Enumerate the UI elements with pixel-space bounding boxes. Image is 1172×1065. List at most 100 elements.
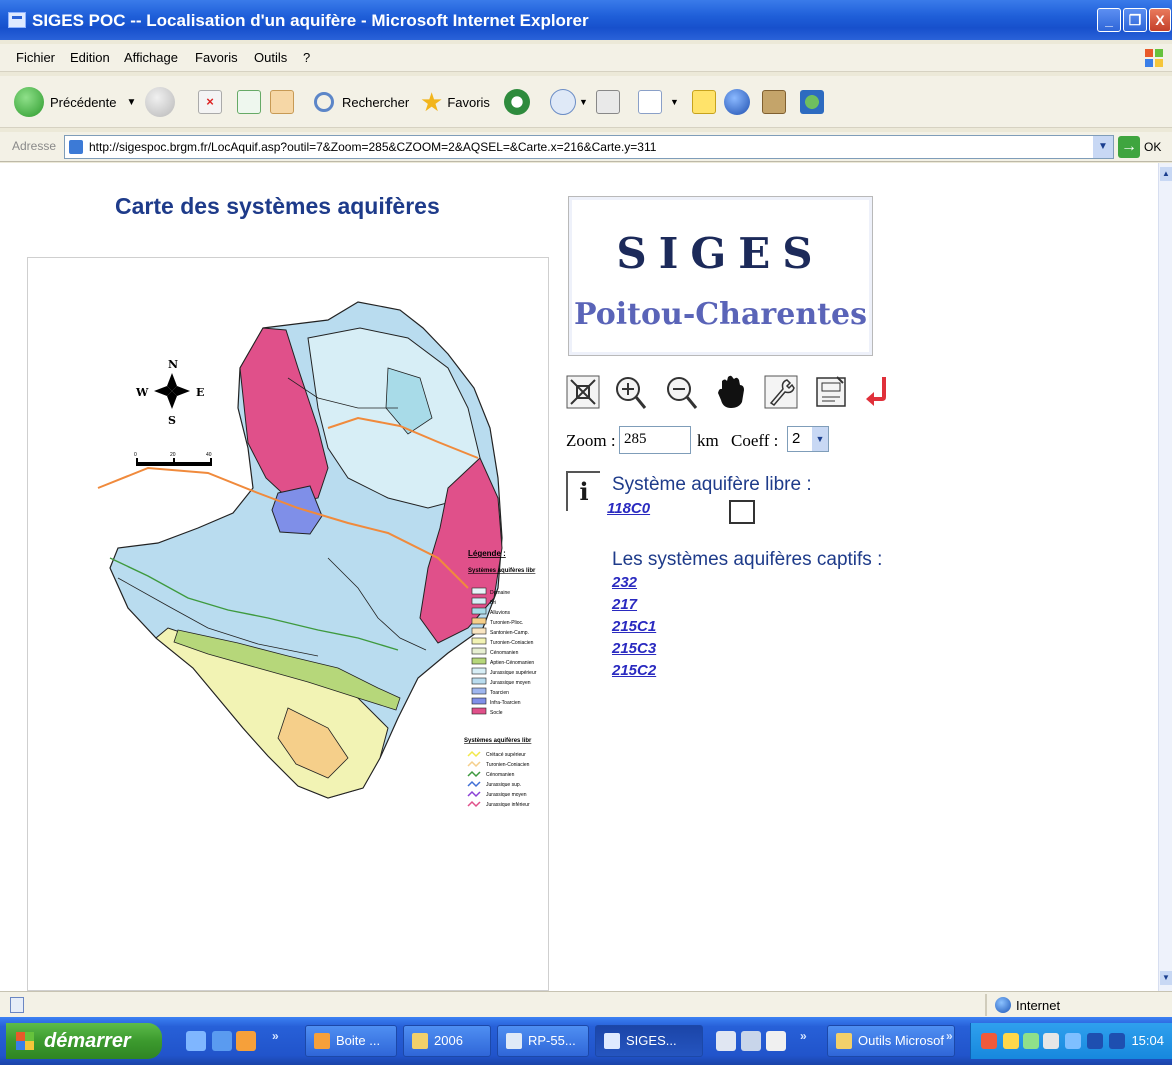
refresh-icon — [237, 90, 261, 114]
siges-logo: SIGES Poitou-Charentes — [568, 196, 873, 356]
task-icon-3[interactable] — [766, 1031, 786, 1051]
edit-button[interactable]: ▼ — [638, 86, 679, 118]
maximize-button[interactable]: ❐ — [1123, 8, 1147, 32]
scale-bar: 0 20 40 — [134, 452, 212, 466]
svg-text:Cénomanien: Cénomanien — [486, 772, 515, 778]
home-button[interactable] — [270, 86, 294, 118]
stop-button[interactable]: × — [198, 86, 222, 118]
svg-text:Jurassique supérieur: Jurassique supérieur — [490, 670, 537, 676]
task-siges[interactable]: SIGES... — [595, 1025, 703, 1057]
task-rp55[interactable]: RP-55... — [497, 1025, 589, 1057]
pan-hand-tool-icon[interactable] — [713, 373, 749, 411]
libre-checkbox[interactable] — [729, 500, 755, 524]
task-icon-2[interactable] — [741, 1031, 761, 1051]
captif-link-215c3[interactable]: 215C3 — [612, 640, 656, 657]
menu-edition[interactable]: Edition — [70, 50, 110, 65]
vertical-scrollbar[interactable]: ▲ ▼ — [1158, 163, 1172, 991]
zoom-out-tool-icon[interactable] — [663, 373, 699, 411]
tray-icon-2[interactable] — [1003, 1033, 1019, 1049]
forward-arrow-icon — [145, 87, 175, 117]
svg-text:Bri: Bri — [490, 600, 496, 606]
mail-icon — [550, 89, 576, 115]
refresh-button[interactable] — [237, 86, 261, 118]
go-arrow-icon[interactable]: → — [1118, 136, 1140, 158]
start-button[interactable]: démarrer — [6, 1023, 162, 1059]
tray-clock[interactable]: 15:04 — [1131, 1033, 1164, 1048]
captif-link-215c1[interactable]: 215C1 — [612, 618, 656, 635]
forward-button[interactable] — [145, 86, 175, 118]
book-icon — [762, 90, 786, 114]
svg-text:Socle: Socle — [490, 710, 503, 716]
task-outils[interactable]: Outils Microsof — [827, 1025, 955, 1057]
task-icon-1[interactable] — [716, 1031, 736, 1051]
page-content: Carte des systèmes aquifères N S W E 0 2… — [0, 163, 1158, 991]
captif-link-217[interactable]: 217 — [612, 596, 637, 613]
menu-favoris[interactable]: Favoris — [195, 50, 238, 65]
chevron-down-icon[interactable]: ▼ — [1093, 136, 1113, 158]
quicklaunch-browser-icon[interactable] — [212, 1031, 232, 1051]
menu-fichier[interactable]: Fichier — [16, 50, 55, 65]
title-bar[interactable]: SIGES POC -- Localisation d'un aquifère … — [0, 0, 1172, 40]
km-label: km — [697, 431, 719, 450]
print-button[interactable] — [596, 86, 620, 118]
svg-text:Domaine: Domaine — [490, 590, 510, 596]
task-2006[interactable]: 2006 — [403, 1025, 491, 1057]
history-button[interactable] — [504, 86, 530, 118]
print-map-tool-icon[interactable] — [813, 373, 849, 411]
contacts-button[interactable] — [800, 86, 824, 118]
wrench-tool-icon[interactable] — [763, 373, 799, 411]
zoom-in-tool-icon[interactable] — [612, 373, 648, 411]
mail-button[interactable]: ▼ — [550, 86, 588, 118]
search-button[interactable]: Rechercher — [314, 86, 409, 118]
back-button[interactable]: Précédente ▼ — [14, 86, 136, 118]
menu-outils[interactable]: Outils — [254, 50, 287, 65]
captif-link-232[interactable]: 232 — [612, 574, 637, 591]
quicklaunch-outlook-icon[interactable] — [236, 1031, 256, 1051]
task-boite[interactable]: Boite ... — [305, 1025, 397, 1057]
stop-icon: × — [198, 90, 222, 114]
libre-aquifer-link[interactable]: 118C0 — [607, 500, 650, 517]
aquifer-regions[interactable] — [109, 301, 503, 799]
chevron-down-icon[interactable]: ▼ — [812, 427, 828, 451]
messenger-button[interactable] — [724, 86, 750, 118]
research-button[interactable] — [762, 86, 786, 118]
menu-affichage[interactable]: Affichage — [124, 50, 178, 65]
minimize-button[interactable]: _ — [1097, 8, 1121, 32]
notes-button[interactable] — [692, 86, 716, 118]
task-more-icon[interactable]: » — [946, 1029, 953, 1043]
task-expand-icon[interactable]: » — [800, 1029, 807, 1043]
menu-help[interactable]: ? — [303, 50, 310, 65]
tray-icon-7[interactable] — [1109, 1033, 1125, 1049]
url-input[interactable]: http://sigespoc.brgm.fr/LocAquif.asp?out… — [64, 135, 1114, 159]
tray-icon-3[interactable] — [1023, 1033, 1039, 1049]
close-button[interactable]: X — [1149, 8, 1171, 32]
quicklaunch-expand-icon[interactable]: » — [272, 1029, 279, 1043]
status-divider — [985, 994, 987, 1016]
zoom-input[interactable]: 285 — [619, 426, 691, 454]
tray-icon-5[interactable] — [1065, 1033, 1081, 1049]
svg-text:Jurassique inférieur: Jurassique inférieur — [486, 802, 530, 808]
full-extent-tool-icon[interactable] — [565, 373, 601, 411]
aquifer-map[interactable]: N S W E 0 20 40 Légende: Systèmes aquif… — [27, 257, 549, 991]
quicklaunch-ie-icon[interactable] — [186, 1031, 206, 1051]
captif-link-215c2[interactable]: 215C2 — [612, 662, 656, 679]
tray-icon-4[interactable] — [1043, 1033, 1059, 1049]
back-arrow-tool-icon[interactable] — [862, 373, 898, 411]
word-doc-icon — [506, 1033, 522, 1049]
logo-title: SIGES — [616, 229, 825, 278]
tray-icon-6[interactable] — [1087, 1033, 1103, 1049]
map-svg[interactable]: N S W E 0 20 40 Légende: Systèmes aquif… — [28, 258, 548, 990]
scroll-up-icon[interactable]: ▲ — [1160, 167, 1172, 181]
globe-icon — [724, 89, 750, 115]
favorites-button[interactable]: ★ Favoris — [420, 86, 490, 118]
map-legend: Légende : Systèmes aquifères libr Domain… — [464, 549, 537, 808]
tray-icon-1[interactable] — [981, 1033, 997, 1049]
search-icon — [314, 92, 334, 112]
security-zone-label: Internet — [1016, 998, 1061, 1013]
coeff-select[interactable]: 2 ▼ — [787, 426, 829, 452]
note-icon — [692, 90, 716, 114]
zoom-label: Zoom : — [566, 431, 616, 450]
scroll-down-icon[interactable]: ▼ — [1160, 971, 1172, 985]
go-button[interactable]: OK — [1144, 140, 1161, 154]
people-icon — [800, 90, 824, 114]
